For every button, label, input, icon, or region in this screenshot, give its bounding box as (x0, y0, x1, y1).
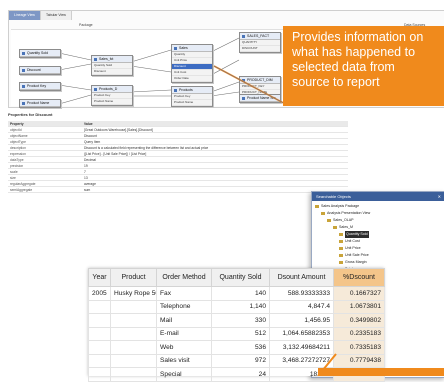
callout-pointer-bottom (317, 353, 337, 376)
